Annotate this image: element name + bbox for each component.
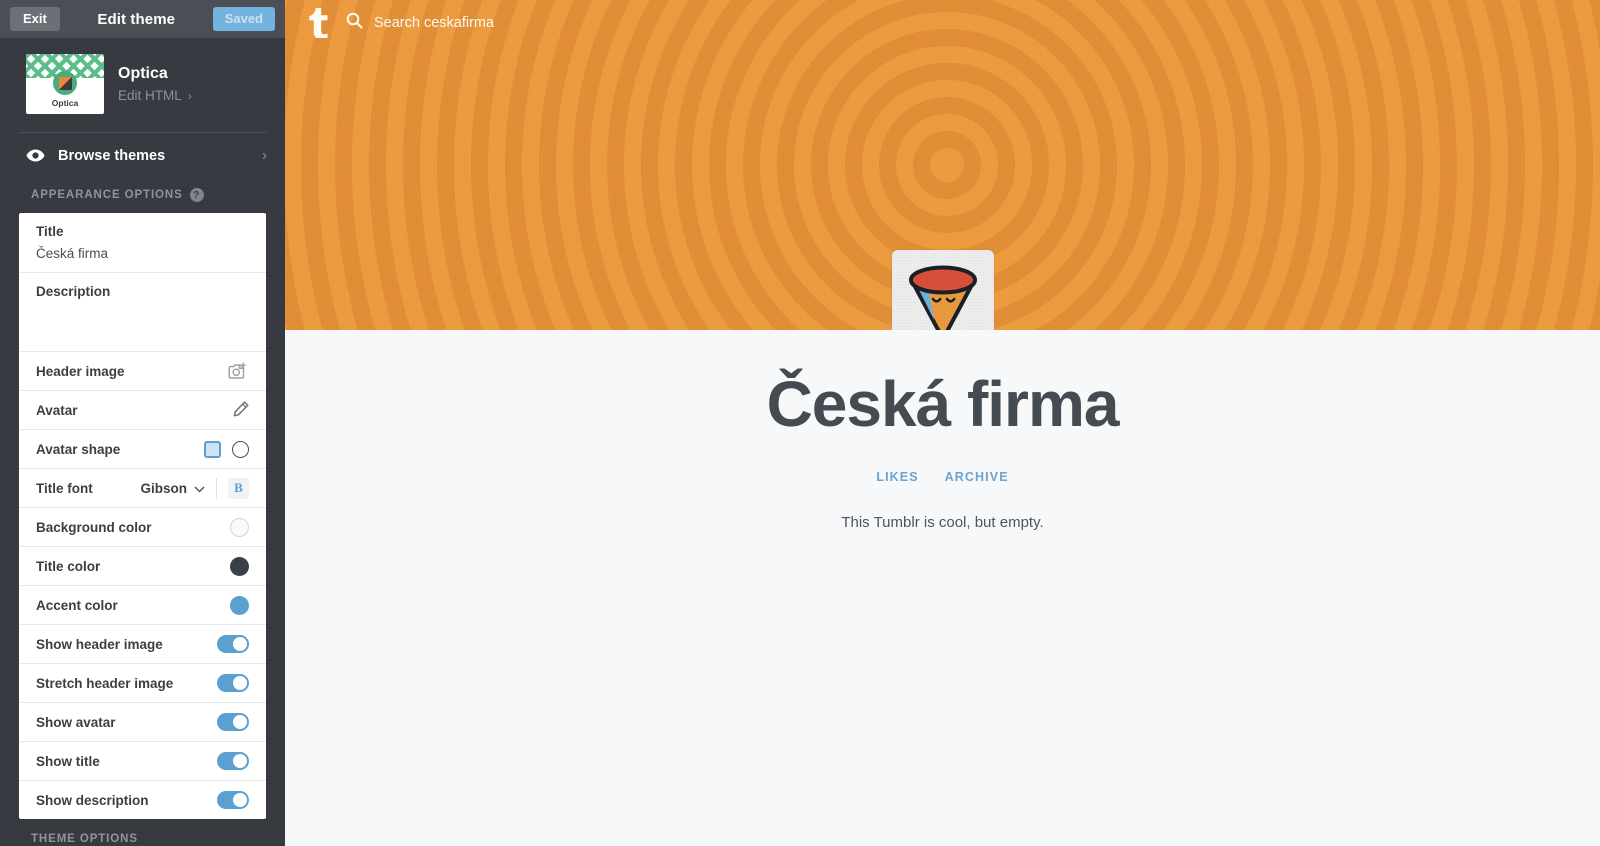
background-color-swatch[interactable] [230, 517, 249, 537]
title-color-label: Title color [36, 558, 101, 574]
search-input[interactable]: Search ceskafirma [374, 15, 494, 31]
title-color-swatch[interactable] [230, 556, 249, 576]
blog-nav-links: LIKES ARCHIVE [285, 470, 1600, 484]
bold-toggle-button[interactable]: B [228, 477, 249, 499]
tumblr-logo-icon[interactable] [304, 7, 332, 38]
stretch-header-image-row[interactable]: Stretch header image [19, 663, 266, 702]
avatar-label: Avatar [36, 402, 78, 418]
show-header-image-toggle[interactable] [217, 635, 249, 653]
background-color-label: Background color [36, 519, 152, 535]
edit-html-link[interactable]: Edit HTML › [118, 88, 192, 103]
accent-color-swatch[interactable] [230, 595, 249, 615]
avatar-shape-row[interactable]: Avatar shape [19, 429, 266, 468]
eye-icon [26, 149, 45, 162]
panel-title: Edit theme [97, 10, 176, 28]
divider [216, 477, 217, 499]
blog-nav-link-likes[interactable]: LIKES [876, 470, 918, 484]
blog-preview: Search ceskafirma Česká firma LIKES ARCH… [285, 0, 1600, 846]
browse-themes-item[interactable]: Browse themes › [0, 133, 285, 178]
title-font-label: Title font [36, 480, 93, 496]
stretch-header-image-label: Stretch header image [36, 675, 174, 691]
exit-button[interactable]: Exit [10, 6, 60, 32]
header-image-label: Header image [36, 363, 125, 379]
thumbnail-avatar-icon [53, 71, 77, 95]
show-description-label: Show description [36, 792, 149, 808]
title-font-row[interactable]: Title font Gibson B [19, 468, 266, 507]
camera-add-icon[interactable] [228, 362, 249, 381]
chevron-right-icon: › [187, 88, 192, 103]
theme-options-heading: THEME OPTIONS [0, 819, 285, 846]
background-color-row[interactable]: Background color [19, 507, 266, 546]
theme-options-label: THEME OPTIONS [31, 833, 138, 845]
appearance-options-heading: APPEARANCE OPTIONS ? [0, 178, 285, 210]
current-theme-card[interactable]: Optica Optica Edit HTML › [0, 38, 285, 132]
saved-button[interactable]: Saved [212, 6, 275, 32]
show-title-label: Show title [36, 753, 100, 769]
chevron-right-icon: › [262, 147, 267, 164]
blog-avatar[interactable] [891, 250, 994, 330]
show-avatar-toggle[interactable] [217, 713, 249, 731]
search-bar[interactable]: Search ceskafirma [346, 12, 494, 34]
search-icon [346, 12, 363, 34]
ice-cream-cone-avatar-icon [908, 265, 977, 330]
avatar-shape-label: Avatar shape [36, 441, 121, 457]
accent-color-label: Accent color [36, 597, 118, 613]
title-font-select[interactable]: Gibson [141, 481, 206, 496]
thumbnail-label: Optica [51, 98, 79, 108]
chevron-down-icon [194, 481, 205, 496]
avatar-row[interactable]: Avatar [19, 390, 266, 429]
title-field-label: Title [36, 224, 64, 239]
tumblr-top-nav: Search ceskafirma [285, 0, 1600, 45]
theme-thumbnail[interactable]: Optica [26, 54, 104, 114]
theme-editor-app: Exit Edit theme Saved Optica Optica Edit… [0, 0, 1600, 846]
show-header-image-label: Show header image [36, 636, 163, 652]
theme-editor-sidebar: Exit Edit theme Saved Optica Optica Edit… [0, 0, 285, 846]
show-description-toggle[interactable] [217, 791, 249, 809]
show-title-toggle[interactable] [217, 752, 249, 770]
title-color-row[interactable]: Title color [19, 546, 266, 585]
theme-name: Optica [118, 65, 168, 82]
avatar-shape-square-option[interactable] [204, 440, 221, 458]
appearance-options-label: APPEARANCE OPTIONS [31, 189, 183, 201]
accent-color-row[interactable]: Accent color [19, 585, 266, 624]
browse-themes-label: Browse themes [58, 147, 166, 164]
title-input[interactable]: Česká firma [36, 246, 249, 263]
pencil-icon[interactable] [231, 401, 249, 419]
title-font-value: Gibson [140, 480, 188, 496]
show-avatar-row[interactable]: Show avatar [19, 702, 266, 741]
stretch-header-image-toggle[interactable] [217, 674, 249, 692]
sidebar-topbar: Exit Edit theme Saved [0, 0, 285, 38]
header-image-row[interactable]: Header image [19, 351, 266, 390]
show-title-row[interactable]: Show title [19, 741, 266, 780]
show-avatar-label: Show avatar [36, 714, 116, 730]
title-field-block[interactable]: Title Česká firma [19, 213, 266, 272]
help-icon[interactable]: ? [189, 188, 204, 202]
description-field-block[interactable]: Description [19, 272, 266, 351]
blog-nav-link-archive[interactable]: ARCHIVE [945, 470, 1009, 484]
show-header-image-row[interactable]: Show header image [19, 624, 266, 663]
description-input[interactable] [36, 306, 249, 342]
appearance-options-card: Title Česká firma Description Header ima… [19, 213, 266, 819]
theme-card-meta: Optica Edit HTML › [118, 65, 192, 103]
show-description-row[interactable]: Show description [19, 780, 266, 819]
edit-html-label: Edit HTML [118, 88, 182, 103]
avatar-shape-circle-option[interactable] [232, 440, 249, 458]
cube-icon [58, 76, 72, 90]
blog-title: Česká firma [766, 368, 1120, 440]
blog-header-image: Search ceskafirma [285, 0, 1600, 330]
description-field-label: Description [36, 284, 111, 299]
empty-state-message: This Tumblr is cool, but empty. [841, 514, 1044, 531]
